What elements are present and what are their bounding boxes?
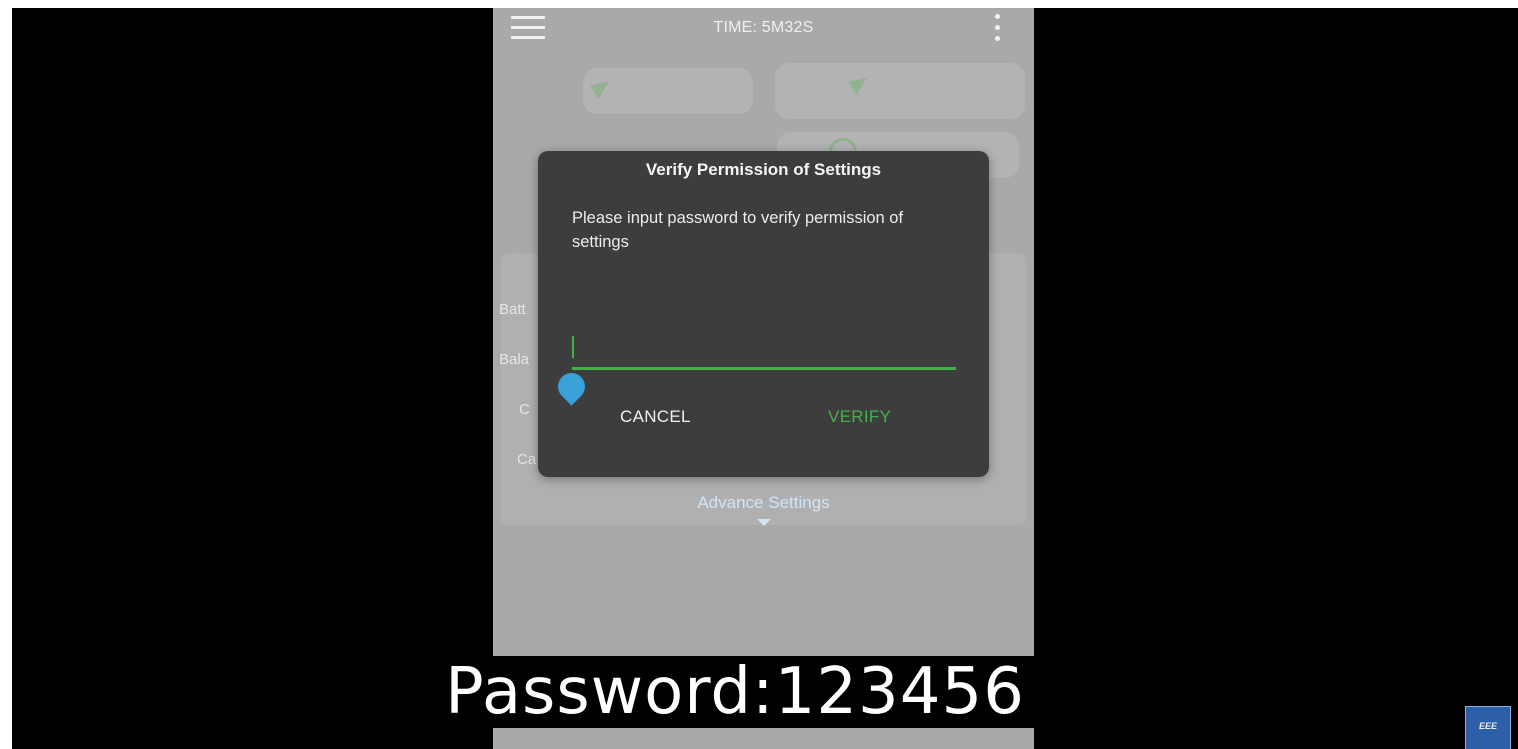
password-caption: Password:123456	[406, 656, 1064, 728]
verify-permission-dialog: Verify Permission of Settings Please inp…	[538, 151, 989, 477]
dialog-message: Please input password to verify permissi…	[572, 209, 904, 251]
setting-label: C	[519, 401, 530, 418]
field-underline	[572, 367, 956, 370]
verify-button[interactable]: VERIFY	[828, 407, 891, 427]
video-frame: TIME: 5M32S Batt Bala C Ca Advance Setti…	[12, 8, 1518, 749]
balance-label: Bala	[499, 351, 530, 368]
session-timer: TIME: 5M32S	[713, 19, 814, 36]
watermark-logo: EEE	[1465, 706, 1511, 749]
background-button-right	[775, 63, 1025, 119]
battery-label: Batt	[499, 301, 526, 318]
text-cursor	[572, 336, 574, 358]
chevron-down-icon[interactable]	[757, 519, 771, 526]
advance-settings-link[interactable]: Advance Settings	[493, 493, 1034, 513]
dialog-title: Verify Permission of Settings	[645, 160, 882, 179]
top-app-bar: TIME: 5M32S	[493, 8, 1034, 50]
more-vertical-icon[interactable]	[993, 14, 1001, 44]
cancel-button[interactable]: CANCEL	[620, 407, 691, 427]
password-field[interactable]	[572, 334, 956, 374]
setting-label: Ca	[517, 451, 537, 468]
phone-screen: TIME: 5M32S Batt Bala C Ca Advance Setti…	[493, 8, 1034, 749]
